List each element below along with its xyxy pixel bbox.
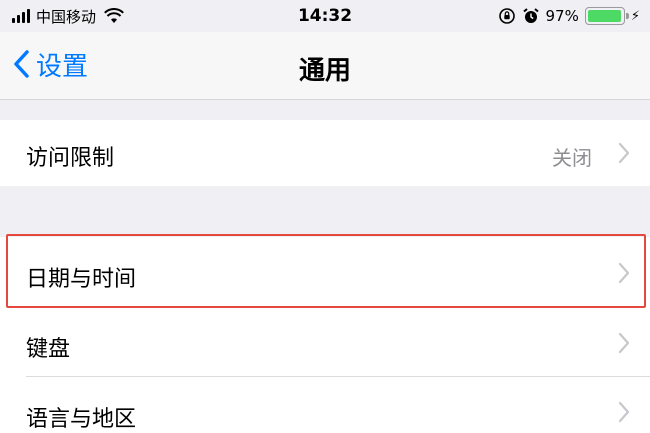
- lock-rotation-icon: [498, 8, 515, 24]
- alarm-icon: [522, 8, 539, 23]
- status-bar: 中国移动 14:32 97% ⚡: [0, 0, 650, 32]
- row-label: 访问限制: [26, 146, 115, 171]
- row-label: 日期与时间: [26, 267, 137, 292]
- navigation-bar: 设置 通用: [0, 32, 650, 100]
- chevron-right-icon: [618, 262, 630, 284]
- row-label: 语言与地区: [26, 407, 137, 432]
- charging-icon: ⚡: [630, 8, 640, 24]
- battery-percent: 97%: [545, 7, 579, 25]
- chevron-right-icon: [618, 332, 630, 354]
- chevron-right-icon: [618, 142, 630, 164]
- row-restrictions[interactable]: 访问限制 关闭: [0, 120, 650, 186]
- page-title: 通用: [298, 56, 351, 86]
- battery-icon: [584, 7, 629, 25]
- row-keyboard[interactable]: 键盘: [0, 307, 650, 377]
- chevron-right-icon: [618, 401, 630, 423]
- settings-screen: 中国移动 14:32 97% ⚡ 设置 通用 访问限制 关闭 日期与时间 键盘 …: [0, 0, 650, 433]
- row-label: 键盘: [26, 337, 71, 362]
- row-language-region[interactable]: 语言与地区: [0, 377, 650, 433]
- row-detail: 关闭: [552, 146, 592, 170]
- status-right: 97% ⚡: [498, 6, 640, 26]
- row-date-time[interactable]: 日期与时间: [0, 237, 650, 307]
- battery-fill: [587, 10, 621, 22]
